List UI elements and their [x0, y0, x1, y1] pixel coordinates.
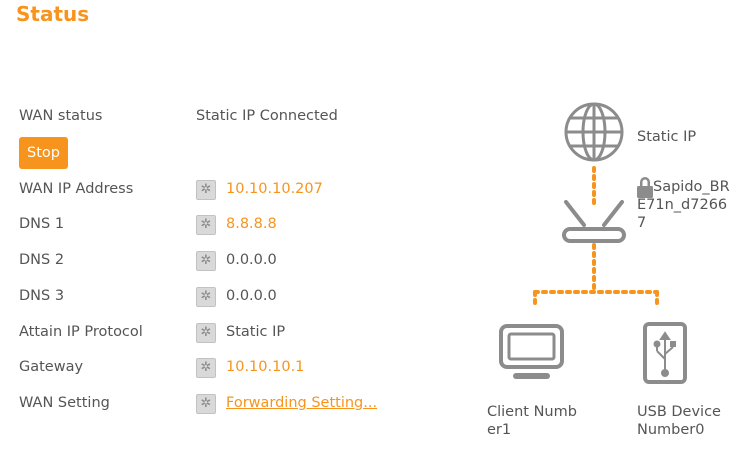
- wan-ip-label: WAN IP Address: [19, 181, 134, 197]
- attain-ip-protocol-value: Static IP: [226, 324, 286, 340]
- dns2-value: 0.0.0.0: [226, 252, 277, 268]
- dns1-value: 8.8.8.8: [226, 216, 277, 232]
- dns3-label: DNS 3: [19, 288, 65, 304]
- wan-setting-label: WAN Setting: [19, 395, 110, 411]
- page-title: Status: [16, 2, 90, 26]
- router-name-line1: Sapido_BR: [653, 179, 730, 195]
- gateway-value: 10.10.10.1: [226, 359, 305, 375]
- gateway-label: Gateway: [19, 359, 84, 375]
- router-icon[interactable]: [562, 200, 626, 243]
- attain-ip-protocol-label: Attain IP Protocol: [19, 324, 143, 340]
- network-diagram: [499, 102, 687, 384]
- stop-button[interactable]: Stop: [19, 137, 68, 169]
- dns1-label: DNS 1: [19, 216, 65, 232]
- gear-icon[interactable]: ✲: [196, 287, 216, 307]
- forwarding-setting-link[interactable]: Forwarding Setting...: [226, 395, 377, 411]
- globe-icon[interactable]: [564, 102, 624, 162]
- client-number-label-line2: er1: [487, 422, 512, 438]
- client-number-label-line1: Client Numb: [487, 404, 577, 420]
- gear-icon[interactable]: ✲: [196, 323, 216, 343]
- gear-icon[interactable]: ✲: [196, 358, 216, 378]
- dns3-value: 0.0.0.0: [226, 288, 277, 304]
- internet-status-label: Static IP: [637, 129, 697, 145]
- lock-icon: [637, 177, 653, 198]
- router-name-line3: 7: [637, 215, 647, 231]
- gear-icon[interactable]: ✲: [196, 251, 216, 271]
- wan-ip-value: 10.10.10.207: [226, 181, 323, 197]
- router-name-line2: E71n_d7266: [637, 197, 728, 213]
- gear-icon[interactable]: ✲: [196, 180, 216, 200]
- usb-device-label-line2: Number0: [637, 422, 705, 438]
- gear-icon[interactable]: ✲: [196, 394, 216, 414]
- wan-status-label: WAN status: [19, 108, 103, 124]
- computer-icon[interactable]: [499, 324, 564, 379]
- usb-device-label-line1: USB Device: [637, 404, 721, 420]
- gear-icon[interactable]: ✲: [196, 215, 216, 235]
- dns2-label: DNS 2: [19, 252, 65, 268]
- usb-device-icon[interactable]: [643, 322, 687, 384]
- wan-status-value: Static IP Connected: [196, 108, 338, 124]
